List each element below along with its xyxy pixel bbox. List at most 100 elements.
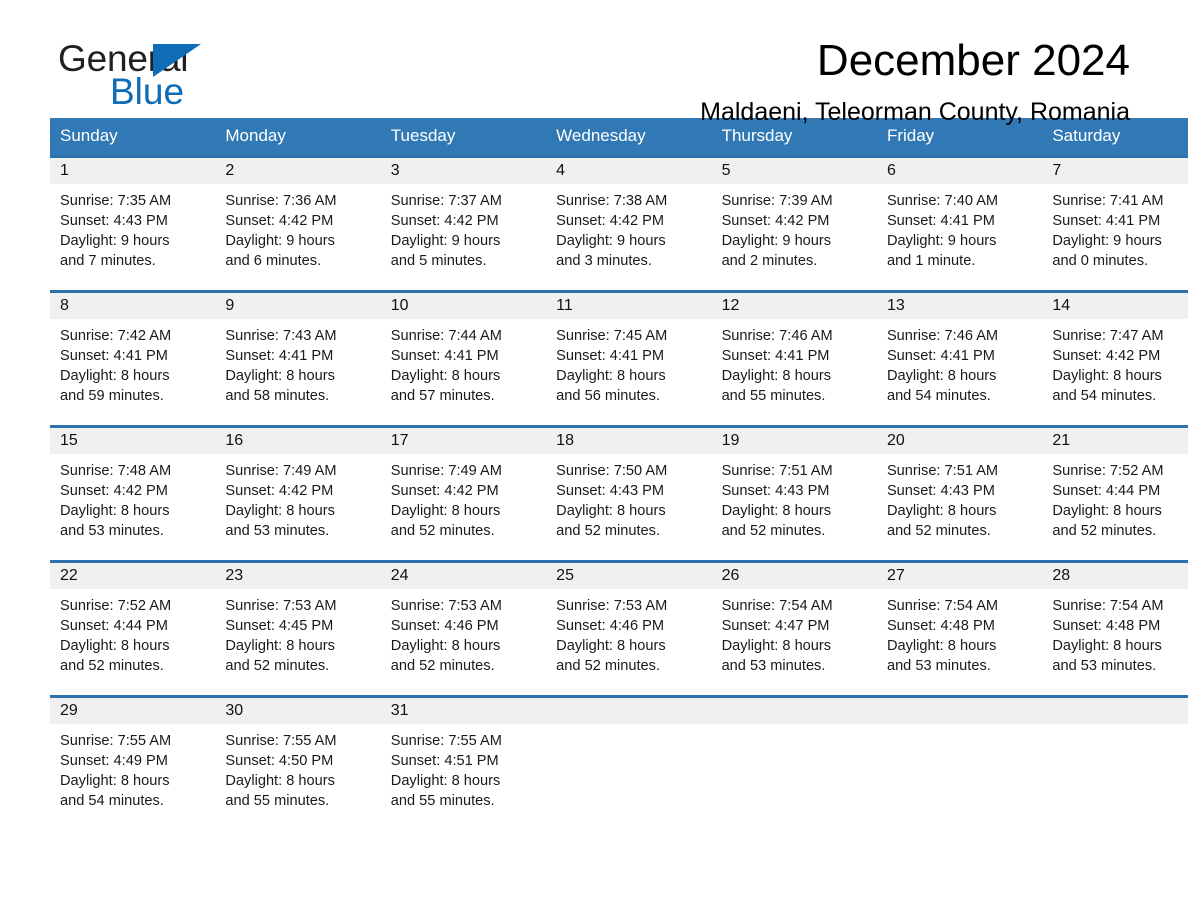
- calendar-day-cell[interactable]: 10 Sunrise: 7:44 AM Sunset: 4:41 PM Dayligh…: [380, 290, 547, 427]
- sunrise-time: Sunrise: 7:36 AM: [225, 193, 337, 209]
- daylight-duration-line2: and 2 minutes.: [721, 253, 818, 269]
- calendar-day-cell-empty: [546, 695, 712, 811]
- calendar-day-cell[interactable]: 25 Sunrise: 7:53 AM Sunset: 4:46 PM Dayligh…: [546, 560, 712, 697]
- sunset-time: Sunset: 4:51 PM: [390, 753, 499, 769]
- sunrise-time: Sunrise: 7:37 AM: [390, 193, 502, 209]
- daylight-duration-line2: and 55 minutes.: [225, 793, 330, 809]
- day-detail-block: Sunrise: 7:49 AM Sunset: 4:42 PM Daylight:…: [381, 454, 546, 541]
- calendar-day-cell[interactable]: 24 Sunrise: 7:53 AM Sunset: 4:46 PM Dayligh…: [380, 560, 547, 697]
- sunset-time: Sunset: 4:42 PM: [225, 213, 334, 229]
- calendar-day-cell[interactable]: 1 Sunrise: 7:35 AM Sunset: 4:43 PM Daylight…: [50, 155, 216, 292]
- day-detail-block: Sunrise: 7:55 AM Sunset: 4:50 PM Daylight:…: [215, 724, 380, 811]
- calendar-day-cell[interactable]: 2 Sunrise: 7:36 AM Sunset: 4:42 PM Daylight…: [215, 155, 381, 292]
- daylight-duration-line2: and 54 minutes.: [886, 388, 991, 404]
- weekday-header-wednesday: Wednesday: [546, 118, 712, 157]
- day-detail-block: Sunrise: 7:54 AM Sunset: 4:47 PM Daylight:…: [712, 589, 877, 676]
- calendar-day-cell[interactable]: 15 Sunrise: 7:48 AM Sunset: 4:42 PM Dayligh…: [50, 425, 216, 562]
- day-detail-block: Sunrise: 7:42 AM Sunset: 4:41 PM Daylight:…: [50, 319, 215, 406]
- sunset-time: Sunset: 4:42 PM: [721, 213, 830, 229]
- calendar-day-cell[interactable]: 9 Sunrise: 7:43 AM Sunset: 4:41 PM Daylight…: [215, 290, 381, 427]
- daylight-duration-line1: Daylight: 8 hours: [556, 503, 666, 519]
- calendar-day-cell[interactable]: 13 Sunrise: 7:46 AM Sunset: 4:41 PM Dayligh…: [876, 290, 1043, 427]
- day-number: 4: [546, 158, 712, 184]
- calendar-day-cell[interactable]: 4 Sunrise: 7:38 AM Sunset: 4:42 PM Daylight…: [546, 155, 712, 292]
- day-detail-block: Sunrise: 7:47 AM Sunset: 4:42 PM Daylight:…: [1042, 319, 1188, 406]
- calendar-day-cell[interactable]: 22 Sunrise: 7:52 AM Sunset: 4:44 PM Dayligh…: [50, 560, 216, 697]
- daylight-duration-line1: Daylight: 8 hours: [886, 503, 997, 519]
- daylight-duration-line2: and 58 minutes.: [225, 388, 330, 404]
- location-subtitle: Maldaeni, Teleorman County, Romania: [700, 97, 1130, 126]
- calendar-day-cell[interactable]: 7 Sunrise: 7:41 AM Sunset: 4:41 PM Daylight…: [1042, 155, 1188, 292]
- calendar-body: 1 Sunrise: 7:35 AM Sunset: 4:43 PM Daylight…: [50, 155, 1188, 811]
- sunset-time: Sunset: 4:44 PM: [1052, 483, 1161, 499]
- daylight-duration-line1: Daylight: 8 hours: [1052, 503, 1162, 519]
- sunrise-time: Sunrise: 7:54 AM: [1052, 598, 1164, 614]
- logo-word-general: General: [58, 40, 318, 77]
- daylight-duration-line1: Daylight: 8 hours: [390, 368, 501, 384]
- day-number: 15: [50, 428, 216, 454]
- day-detail-block: Sunrise: 7:43 AM Sunset: 4:41 PM Daylight:…: [215, 319, 380, 406]
- day-detail-block: Sunrise: 7:55 AM Sunset: 4:49 PM Daylight:…: [50, 724, 215, 811]
- calendar-day-cell[interactable]: 8 Sunrise: 7:42 AM Sunset: 4:41 PM Daylight…: [50, 290, 216, 427]
- daylight-duration-line2: and 3 minutes.: [556, 253, 652, 269]
- daylight-duration-line1: Daylight: 9 hours: [390, 233, 501, 249]
- daylight-duration-line1: Daylight: 9 hours: [886, 233, 997, 249]
- calendar-day-cell[interactable]: 29 Sunrise: 7:55 AM Sunset: 4:49 PM Dayligh…: [50, 695, 216, 811]
- day-detail-block: Sunrise: 7:37 AM Sunset: 4:42 PM Daylight:…: [381, 184, 546, 271]
- day-detail-block: Sunrise: 7:38 AM Sunset: 4:42 PM Daylight:…: [546, 184, 711, 271]
- calendar-day-cell[interactable]: 21 Sunrise: 7:52 AM Sunset: 4:44 PM Dayligh…: [1042, 425, 1188, 562]
- calendar-day-cell[interactable]: 19 Sunrise: 7:51 AM Sunset: 4:43 PM Dayligh…: [711, 425, 877, 562]
- daylight-duration-line1: Daylight: 8 hours: [886, 638, 997, 654]
- calendar-day-cell[interactable]: 26 Sunrise: 7:54 AM Sunset: 4:47 PM Dayligh…: [711, 560, 877, 697]
- day-number: [876, 698, 1043, 724]
- sunrise-time: Sunrise: 7:49 AM: [225, 463, 337, 479]
- sunset-time: Sunset: 4:41 PM: [556, 348, 665, 364]
- calendar-day-cell[interactable]: 16 Sunrise: 7:49 AM Sunset: 4:42 PM Dayligh…: [215, 425, 381, 562]
- day-detail-block: Sunrise: 7:53 AM Sunset: 4:46 PM Daylight:…: [381, 589, 546, 676]
- calendar-day-cell[interactable]: 30 Sunrise: 7:55 AM Sunset: 4:50 PM Dayligh…: [215, 695, 381, 811]
- day-number: 30: [215, 698, 381, 724]
- calendar-day-cell[interactable]: 11 Sunrise: 7:45 AM Sunset: 4:41 PM Dayligh…: [546, 290, 712, 427]
- calendar-day-cell[interactable]: 12 Sunrise: 7:46 AM Sunset: 4:41 PM Dayligh…: [711, 290, 877, 427]
- sunset-time: Sunset: 4:42 PM: [1052, 348, 1161, 364]
- daylight-duration-line2: and 56 minutes.: [556, 388, 661, 404]
- day-number: 3: [380, 158, 547, 184]
- calendar-day-cell[interactable]: 3 Sunrise: 7:37 AM Sunset: 4:42 PM Daylight…: [380, 155, 547, 292]
- title-block: December 2024 Maldaeni, Teleorman County…: [700, 36, 1130, 127]
- daylight-duration-line1: Daylight: 8 hours: [1052, 638, 1162, 654]
- day-detail-block: Sunrise: 7:52 AM Sunset: 4:44 PM Daylight:…: [50, 589, 215, 676]
- day-number: 9: [215, 293, 381, 319]
- calendar-day-cell[interactable]: 27 Sunrise: 7:54 AM Sunset: 4:48 PM Dayligh…: [876, 560, 1043, 697]
- day-number: 20: [876, 428, 1043, 454]
- day-number: 28: [1042, 563, 1188, 589]
- day-detail-block: Sunrise: 7:51 AM Sunset: 4:43 PM Daylight:…: [877, 454, 1042, 541]
- calendar-day-cell[interactable]: 6 Sunrise: 7:40 AM Sunset: 4:41 PM Daylight…: [876, 155, 1043, 292]
- daylight-duration-line2: and 52 minutes.: [390, 523, 495, 539]
- sunrise-time: Sunrise: 7:46 AM: [886, 328, 999, 344]
- day-number: 23: [215, 563, 381, 589]
- day-number: 24: [380, 563, 547, 589]
- day-number: 22: [50, 563, 216, 589]
- sunrise-time: Sunrise: 7:46 AM: [721, 328, 833, 344]
- sunrise-time: Sunrise: 7:41 AM: [1052, 193, 1164, 209]
- daylight-duration-line1: Daylight: 9 hours: [60, 233, 170, 249]
- calendar-day-cell[interactable]: 17 Sunrise: 7:49 AM Sunset: 4:42 PM Dayligh…: [380, 425, 547, 562]
- day-number: 16: [215, 428, 381, 454]
- calendar-day-cell[interactable]: 5 Sunrise: 7:39 AM Sunset: 4:42 PM Daylight…: [711, 155, 877, 292]
- calendar-day-cell[interactable]: 20 Sunrise: 7:51 AM Sunset: 4:43 PM Dayligh…: [876, 425, 1043, 562]
- calendar-day-cell[interactable]: 31 Sunrise: 7:55 AM Sunset: 4:51 PM Dayligh…: [380, 695, 547, 811]
- calendar-day-cell[interactable]: 14 Sunrise: 7:47 AM Sunset: 4:42 PM Dayligh…: [1042, 290, 1188, 427]
- daylight-duration-line1: Daylight: 8 hours: [390, 638, 501, 654]
- daylight-duration-line2: and 59 minutes.: [60, 388, 164, 404]
- day-detail-block: Sunrise: 7:40 AM Sunset: 4:41 PM Daylight:…: [877, 184, 1042, 271]
- daylight-duration-line1: Daylight: 8 hours: [225, 638, 335, 654]
- day-number: [1042, 698, 1188, 724]
- calendar-day-cell[interactable]: 23 Sunrise: 7:53 AM Sunset: 4:45 PM Dayligh…: [215, 560, 381, 697]
- sunset-time: Sunset: 4:42 PM: [390, 213, 499, 229]
- day-detail-block: Sunrise: 7:52 AM Sunset: 4:44 PM Daylight:…: [1042, 454, 1188, 541]
- day-detail-block: Sunrise: 7:45 AM Sunset: 4:41 PM Daylight:…: [546, 319, 711, 406]
- sunrise-time: Sunrise: 7:55 AM: [60, 733, 172, 749]
- day-number: 13: [876, 293, 1043, 319]
- calendar-day-cell[interactable]: 28 Sunrise: 7:54 AM Sunset: 4:48 PM Dayligh…: [1042, 560, 1188, 697]
- calendar-day-cell[interactable]: 18 Sunrise: 7:50 AM Sunset: 4:43 PM Dayligh…: [546, 425, 712, 562]
